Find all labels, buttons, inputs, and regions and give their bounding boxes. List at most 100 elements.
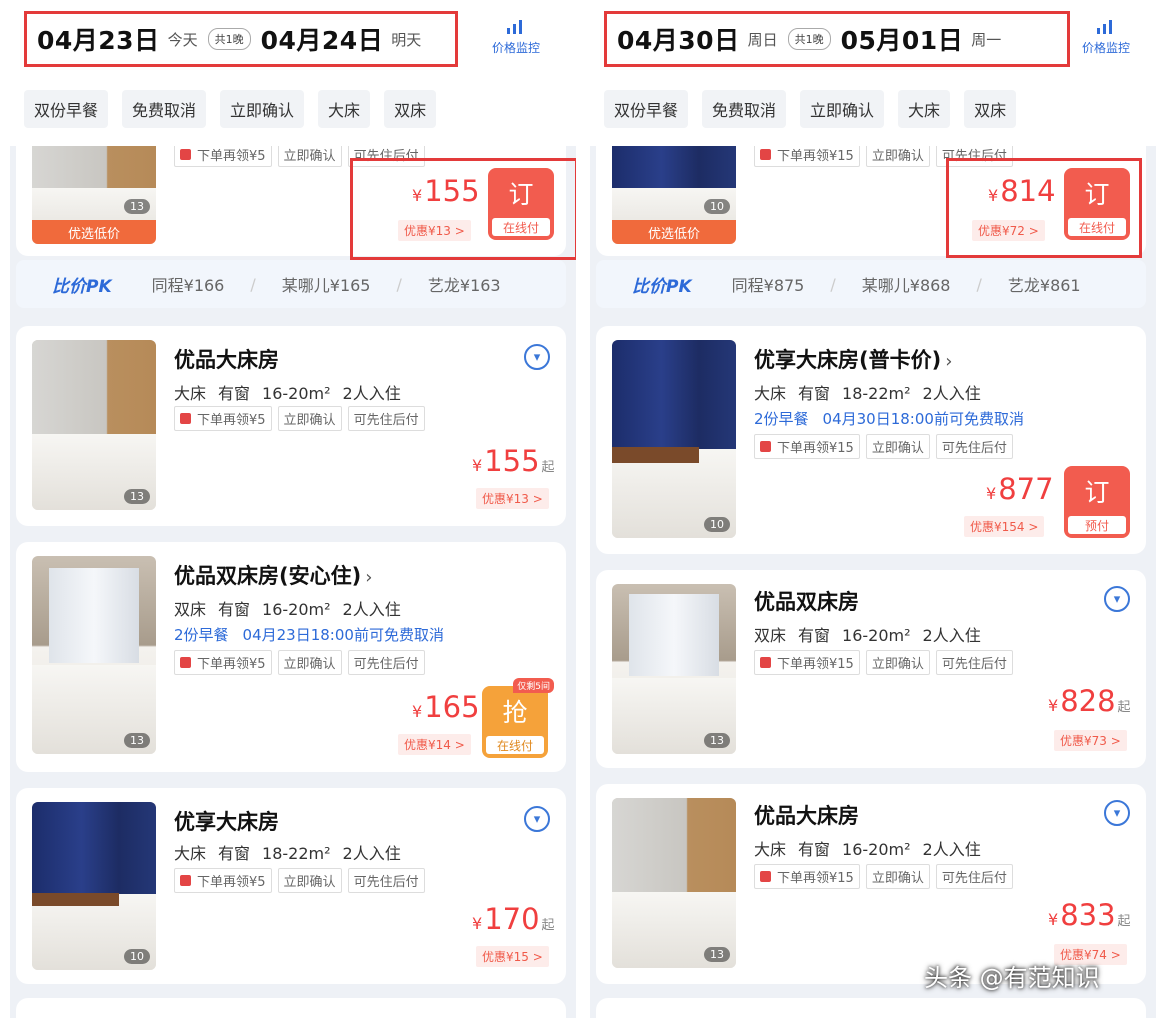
bar-chart-icon: [1095, 18, 1117, 34]
search-header: 04月30日 周日 共1晚 05月01日 周一 价格监控 双份早餐 免费取消 立…: [590, 0, 1156, 146]
room-price: ¥828 起: [1048, 684, 1131, 718]
room-card[interactable]: 13 优品大床房 ▾ 大床 有窗 16-20m² 2人入住 下单再领¥5 立即确认 可…: [16, 326, 566, 526]
checkin-date: 04月23日: [37, 26, 160, 55]
coupon-badge: 下单再领¥15: [754, 434, 860, 459]
coupon-badge: 下单再领¥15: [754, 650, 860, 675]
search-header: 04月23日 今天 共1晚 04月24日 明天 价格监控 双份早餐 免费取消 立…: [10, 0, 576, 146]
watermark: 头条 @有范知识: [924, 964, 1100, 992]
checkout-date: 05月01日: [840, 26, 964, 55]
filter-big-bed[interactable]: 大床: [318, 90, 371, 128]
image-count: 10: [124, 949, 150, 964]
discount-label[interactable]: 优惠¥13 >: [476, 488, 549, 509]
price-pk-logo: 比价PK: [632, 276, 692, 297]
filter-big-bed[interactable]: 大床: [898, 90, 951, 128]
room-name[interactable]: 优享大床房: [174, 806, 279, 836]
price-compare-row[interactable]: 比价PK 同程¥875 / 某哪儿¥868 / 艺龙¥861: [596, 260, 1146, 308]
room-price: ¥877: [986, 472, 1054, 506]
filter-free-cancel[interactable]: 免费取消: [702, 90, 787, 128]
filter-instant-confirm[interactable]: 立即确认: [220, 90, 305, 128]
room-policy: 2份早餐 04月30日18:00前可免费取消: [754, 410, 1024, 428]
discount-label[interactable]: 优惠¥154 >: [964, 516, 1045, 537]
room-info: 大床 有窗 16-20m² 2人入住: [754, 840, 981, 859]
date-selector[interactable]: 04月23日 今天 共1晚 04月24日 明天: [24, 11, 458, 67]
room-card-partial[interactable]: [596, 998, 1146, 1018]
discount-label[interactable]: 优惠¥15 >: [476, 946, 549, 967]
pay-later-badge: 可先住后付: [935, 864, 1013, 889]
room-image[interactable]: 10: [32, 802, 156, 970]
filter-chips: 双份早餐 免费取消 立即确认 大床 双床: [24, 90, 437, 128]
price-highlight-frame: [350, 158, 576, 260]
low-price-tag: 优选低价: [612, 220, 736, 244]
room-name[interactable]: 优品大床房: [174, 344, 279, 374]
room-name[interactable]: 优品大床房: [754, 800, 859, 830]
chevron-down-icon[interactable]: ▾: [524, 806, 550, 832]
room-image[interactable]: 13: [32, 340, 156, 510]
image-count: 13: [124, 489, 150, 504]
room-image[interactable]: 13: [612, 798, 736, 968]
benefit-badges: 下单再领¥5 立即确认 可先住后付: [174, 868, 425, 893]
room-card[interactable]: 13 优品大床房 ▾ 大床 有窗 16-20m² 2人入住 下单再领¥15 立即确认 …: [596, 784, 1146, 984]
nights-count: 共1晚: [787, 28, 831, 50]
red-packet-icon: [180, 149, 191, 160]
room-image-curtain: [612, 340, 736, 449]
room-card[interactable]: 13 优品双床房(安心住) › 双床 有窗 16-20m² 2人入住 2份早餐 04月23…: [16, 542, 566, 772]
red-packet-icon: [760, 871, 771, 882]
date-selector[interactable]: 04月30日 周日 共1晚 05月01日 周一: [604, 11, 1070, 67]
compare-price-qunar: 某哪儿¥868: [861, 276, 951, 295]
divider: /: [250, 274, 256, 294]
room-name[interactable]: 优享大床房(普卡价) ›: [754, 344, 952, 374]
book-button[interactable]: 订 预付: [1064, 466, 1130, 538]
room-image-wall: [612, 798, 736, 892]
room-image-window: [629, 594, 719, 676]
filter-twin-bed[interactable]: 双床: [964, 90, 1017, 128]
room-image-bed-runner: [32, 892, 119, 907]
hotel-panel-left: 13 优选低价 下单再领¥5 立即确认 可先住后付 ¥155 优惠¥13 > 订…: [10, 0, 576, 1018]
checkout-label: 周一: [971, 30, 1002, 49]
filter-double-breakfast[interactable]: 双份早餐: [604, 90, 689, 128]
image-count: 13: [704, 947, 730, 962]
image-count: 13: [704, 733, 730, 748]
filter-twin-bed[interactable]: 双床: [384, 90, 437, 128]
price-compare-row[interactable]: 比价PK 同程¥166 / 某哪儿¥165 / 艺龙¥163: [16, 260, 566, 308]
room-card[interactable]: 13 优品双床房 ▾ 双床 有窗 16-20m² 2人入住 下单再领¥15 立即确认 …: [596, 570, 1146, 768]
red-packet-icon: [180, 875, 191, 886]
room-info: 大床 有窗 16-20m² 2人入住: [174, 384, 401, 403]
discount-label[interactable]: 优惠¥73 >: [1054, 730, 1127, 751]
instant-confirm-badge: 立即确认: [277, 868, 342, 893]
price-monitor-button[interactable]: 价格监控: [1066, 18, 1146, 56]
red-packet-icon: [760, 441, 771, 452]
checkin-label: 今天: [167, 30, 198, 49]
filter-double-breakfast[interactable]: 双份早餐: [24, 90, 109, 128]
grab-button[interactable]: 仅剩5间 抢 在线付: [482, 678, 554, 758]
price-monitor-button[interactable]: 价格监控: [476, 18, 556, 56]
room-image[interactable]: 10: [612, 340, 736, 538]
filter-free-cancel[interactable]: 免费取消: [122, 90, 207, 128]
red-packet-icon: [760, 149, 771, 160]
compare-price-elong: 艺龙¥163: [427, 276, 501, 295]
room-image-wall: [32, 340, 156, 434]
chevron-right-icon: ›: [945, 351, 953, 372]
room-card[interactable]: 10 优享大床房(普卡价) › 大床 有窗 18-22m² 2人入住 2份早餐 04月30…: [596, 326, 1146, 554]
filter-instant-confirm[interactable]: 立即确认: [800, 90, 885, 128]
room-card-partial[interactable]: [16, 998, 566, 1018]
red-packet-icon: [180, 657, 191, 668]
price-highlight-frame: [946, 158, 1142, 258]
room-image[interactable]: 13: [612, 584, 736, 754]
instant-confirm-badge: 立即确认: [277, 406, 342, 431]
pay-later-badge: 可先住后付: [347, 650, 425, 675]
chevron-down-icon[interactable]: ▾: [524, 344, 550, 370]
checkout-label: 明天: [391, 30, 422, 49]
chevron-down-icon[interactable]: ▾: [1104, 800, 1130, 826]
checkin-date: 04月30日: [617, 26, 740, 55]
checkin-label: 周日: [747, 30, 778, 49]
room-image-curtain: [32, 802, 156, 895]
red-packet-icon: [180, 413, 191, 424]
compare-price-tongcheng: 同程¥875: [731, 276, 805, 295]
discount-label[interactable]: 优惠¥14 >: [398, 734, 471, 755]
chevron-down-icon[interactable]: ▾: [1104, 586, 1130, 612]
room-name[interactable]: 优品双床房(安心住) ›: [174, 560, 372, 590]
room-image[interactable]: 13: [32, 556, 156, 754]
pay-later-badge: 可先住后付: [935, 650, 1013, 675]
room-name[interactable]: 优品双床房: [754, 586, 859, 616]
room-card[interactable]: 10 优享大床房 ▾ 大床 有窗 18-22m² 2人入住 下单再领¥5 立即确认 可…: [16, 788, 566, 984]
